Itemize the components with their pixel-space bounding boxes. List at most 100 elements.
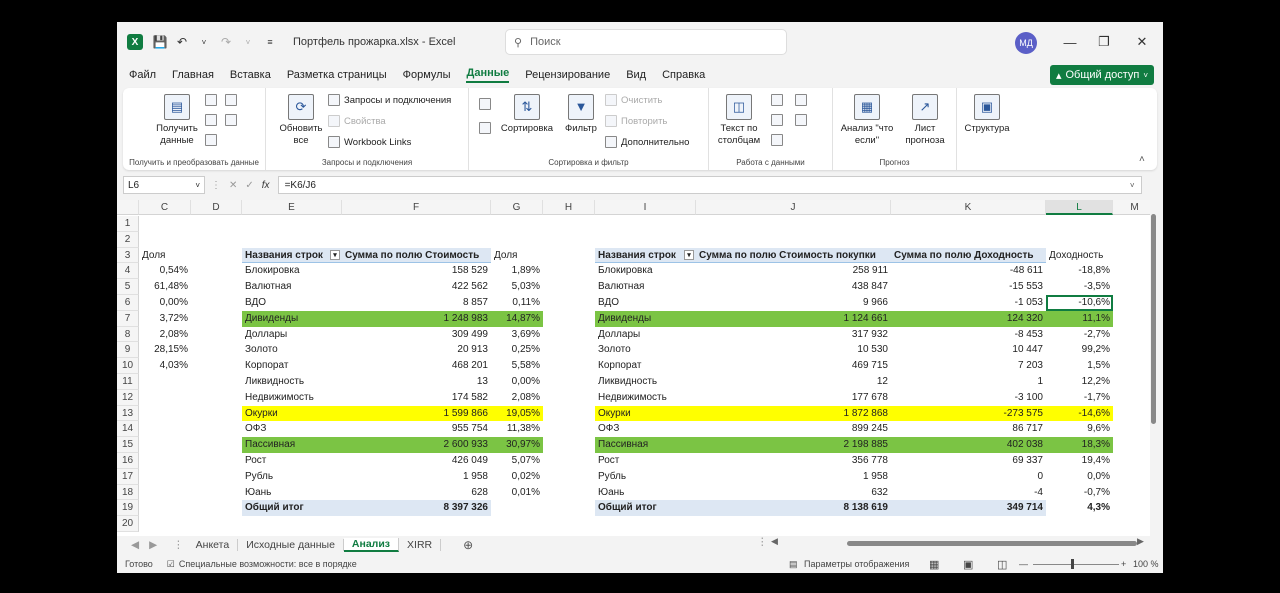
sheet-tab-analysis[interactable]: Анализ xyxy=(343,538,400,552)
pivot-value[interactable]: 124 320 xyxy=(891,310,1046,327)
filter-button[interactable]: ▼ Фильтр xyxy=(559,94,603,135)
row-header[interactable]: 4 xyxy=(117,263,139,280)
expand-formula-icon[interactable]: ˅ xyxy=(1130,181,1135,190)
zoom-slider-thumb[interactable] xyxy=(1071,559,1074,569)
tab-help[interactable]: Справка xyxy=(662,69,705,81)
pivot-row-label[interactable]: Корпорат xyxy=(595,358,696,374)
row-header[interactable]: 13 xyxy=(117,405,139,422)
pivot-row-label[interactable]: Окурки xyxy=(242,405,342,422)
pivot-header[interactable]: Доля xyxy=(491,248,543,264)
pivot-total-value[interactable]: 8 397 326 xyxy=(342,500,491,517)
pivot-share[interactable]: 0,01% xyxy=(491,485,543,501)
tab-file[interactable]: Файл xyxy=(129,69,156,81)
column-header[interactable]: E xyxy=(242,200,342,215)
row-header[interactable]: 16 xyxy=(117,453,139,469)
yield-percent[interactable]: 1,5% xyxy=(1046,358,1113,374)
what-if-button[interactable]: ▦ Анализ "что если" xyxy=(837,94,897,147)
pivot-value[interactable]: 177 678 xyxy=(696,390,891,406)
undo-icon[interactable]: ↶ xyxy=(171,31,193,53)
pivot-value[interactable]: 309 499 xyxy=(342,327,491,343)
pivot-row-label[interactable]: Золото xyxy=(242,342,342,358)
pivot-row-label[interactable]: ВДО xyxy=(242,295,342,311)
pivot-header[interactable]: Сумма по полю Стоимость xyxy=(342,247,491,264)
pivot-value[interactable]: 258 911 xyxy=(696,263,891,279)
pivot-value[interactable]: 899 245 xyxy=(696,421,891,437)
pivot-share[interactable]: 30,97% xyxy=(491,437,543,453)
accessibility-status[interactable]: Специальные возможности: все в порядке xyxy=(179,559,357,569)
undo-dropdown-icon[interactable]: ˅ xyxy=(193,31,215,53)
pivot-value[interactable]: 628 xyxy=(342,485,491,501)
pivot-row-label[interactable]: Блокировка xyxy=(242,263,342,279)
text-to-columns-button[interactable]: ◫ Текст по столбцам xyxy=(715,94,763,147)
page-break-view-icon[interactable]: ◫ xyxy=(997,558,1007,571)
yield-percent[interactable]: 0,0% xyxy=(1046,469,1113,485)
tab-data[interactable]: Данные xyxy=(466,67,510,83)
display-settings-button[interactable]: Параметры отображения xyxy=(804,559,909,569)
refresh-all-button[interactable]: ⟳ Обновить все xyxy=(274,94,328,147)
pivot-value[interactable]: 1 xyxy=(891,374,1046,390)
vertical-scrollbar[interactable] xyxy=(1150,200,1158,536)
row-header[interactable]: 17 xyxy=(117,468,139,485)
pivot-header[interactable]: Сумма по полю Стоимость покупки xyxy=(696,247,891,264)
pivot-header[interactable]: Названия строк ▾ xyxy=(595,247,696,264)
pivot-value[interactable]: -15 553 xyxy=(891,279,1046,295)
pivot-value[interactable]: 10 447 xyxy=(891,342,1046,358)
column-header[interactable]: H xyxy=(543,200,595,215)
share-button[interactable]: ▴ Общий доступ ˅ xyxy=(1050,65,1154,85)
pivot-row-label[interactable]: Рост xyxy=(595,453,696,469)
column-header[interactable]: F xyxy=(342,200,491,215)
remove-duplicates-icon[interactable] xyxy=(771,114,783,126)
pivot-total-value[interactable]: 8 138 619 xyxy=(696,500,891,517)
row-header[interactable]: 14 xyxy=(117,421,139,438)
pivot-value[interactable]: 438 847 xyxy=(696,279,891,295)
pivot-row-label[interactable]: Дивиденды xyxy=(595,310,696,327)
column-header[interactable]: J xyxy=(696,200,891,215)
pivot-row-label[interactable]: Корпорат xyxy=(242,358,342,374)
row-header[interactable]: 10 xyxy=(117,358,139,374)
row-header[interactable]: 6 xyxy=(117,295,139,311)
pivot-value[interactable]: 0 xyxy=(891,469,1046,485)
worksheet-grid[interactable]: C D E F G H I J K L M 1 2 3 4 5 6 7 8 9 10 11 12 13 14 15 16 17 18 19… xyxy=(117,200,1153,536)
flash-fill-icon[interactable] xyxy=(771,94,783,106)
pivot-row-label[interactable]: Недвижимость xyxy=(242,390,342,406)
share-cell[interactable]: 3,72% xyxy=(139,311,191,327)
yield-percent[interactable]: 12,2% xyxy=(1046,374,1113,390)
clear-button[interactable]: Очистить xyxy=(605,94,662,106)
zoom-level[interactable]: 100 % xyxy=(1133,559,1159,569)
from-table-icon[interactable] xyxy=(205,114,217,126)
yield-percent[interactable]: -18,8% xyxy=(1046,263,1113,279)
pivot-value[interactable]: 13 xyxy=(342,374,491,390)
pivot-value[interactable]: 317 932 xyxy=(696,327,891,343)
pivot-header[interactable]: Доходность xyxy=(1046,248,1113,264)
pivot-value[interactable]: 2 600 933 xyxy=(342,437,491,453)
zoom-out-icon[interactable]: — xyxy=(1019,559,1028,569)
sheet-tab-anketa[interactable]: Анкета xyxy=(188,539,239,551)
page-layout-view-icon[interactable]: ▣ xyxy=(963,558,973,571)
row-header[interactable]: 8 xyxy=(117,326,139,343)
column-header[interactable]: K xyxy=(891,200,1046,215)
tab-home[interactable]: Главная xyxy=(172,69,214,81)
pivot-value[interactable]: 356 778 xyxy=(696,453,891,469)
pivot-share[interactable]: 0,02% xyxy=(491,469,543,485)
add-sheet-icon[interactable]: ⊕ xyxy=(463,538,473,552)
existing-connections-icon[interactable] xyxy=(205,134,217,146)
relationships-icon[interactable] xyxy=(795,114,807,126)
recent-sources-icon[interactable] xyxy=(225,114,237,126)
more-sheets-icon[interactable]: ⋮ xyxy=(173,539,184,551)
pivot-share[interactable]: 5,03% xyxy=(491,279,543,295)
yield-percent[interactable]: -3,5% xyxy=(1046,279,1113,295)
enter-icon[interactable]: ✓ xyxy=(245,180,253,191)
row-header[interactable]: 3 xyxy=(117,247,139,264)
yield-percent[interactable]: 11,1% xyxy=(1046,310,1113,327)
reapply-button[interactable]: Повторить xyxy=(605,115,667,127)
filter-dropdown-icon[interactable]: ▾ xyxy=(330,249,340,260)
pivot-share[interactable]: 11,38% xyxy=(491,421,543,437)
pivot-row-label[interactable]: Рост xyxy=(242,453,342,469)
row-header[interactable]: 2 xyxy=(117,231,139,248)
pivot-row-label[interactable]: Валютная xyxy=(242,279,342,295)
pivot-share[interactable]: 0,25% xyxy=(491,342,543,358)
yield-percent[interactable]: 19,4% xyxy=(1046,453,1113,469)
sort-za-icon[interactable] xyxy=(479,122,491,134)
sort-az-icon[interactable] xyxy=(479,98,491,110)
yield-percent[interactable]: 9,6% xyxy=(1046,421,1113,437)
